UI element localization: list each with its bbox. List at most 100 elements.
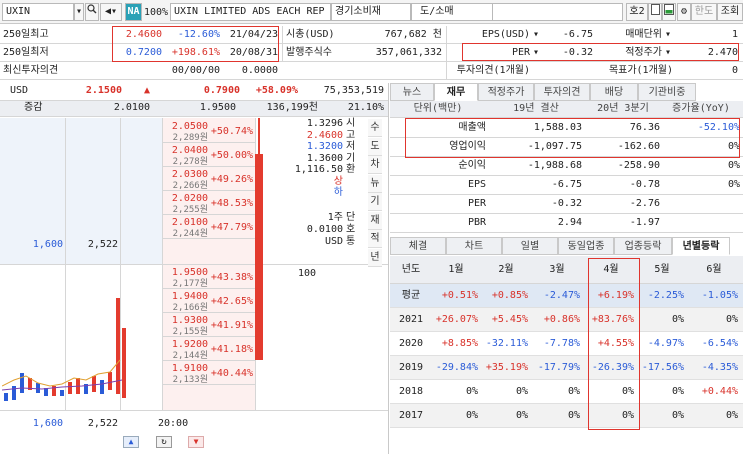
tab-daily[interactable]: 일별	[502, 237, 558, 255]
hando-button[interactable]: 한도	[691, 3, 717, 21]
unit-label: 단	[346, 212, 356, 223]
fair-price-label: 적정주가	[625, 47, 662, 58]
ho2-button[interactable]: 호2	[626, 3, 648, 21]
side-menu-item[interactable]: 수	[368, 119, 382, 137]
tab-news[interactable]: 뉴스	[390, 83, 434, 101]
bid-pct: +43.38%	[210, 272, 253, 283]
search-icon[interactable]	[85, 3, 99, 21]
yearly-cell: +6.19%	[597, 290, 634, 301]
tab-finance[interactable]: 재무	[434, 83, 478, 101]
scroll-down-button[interactable]: ▼	[188, 436, 204, 448]
finance-header: 증가율(YoY)	[672, 103, 730, 114]
info-value: 1.3200	[306, 141, 343, 152]
yearly-cell: -32.11%	[485, 338, 528, 349]
ask-pct: +47.79%	[210, 222, 253, 233]
johoe-button[interactable]: 조회	[717, 3, 743, 21]
yearly-cell: 0%	[725, 314, 738, 325]
tab-fair-price[interactable]: 적정주가	[478, 83, 534, 101]
candle	[60, 390, 64, 396]
per-dropdown-icon[interactable]: ▾	[533, 45, 539, 61]
eps-dropdown-icon[interactable]: ▾	[533, 27, 539, 43]
target-value: 0	[731, 65, 738, 76]
tab-same-industry[interactable]: 동일업종	[558, 237, 614, 255]
candle	[100, 380, 104, 394]
speaker-icon[interactable]: ◀▾	[100, 3, 122, 21]
side-menu-item[interactable]: 기	[368, 193, 382, 211]
industry-field-spacer	[493, 3, 623, 21]
candle	[36, 383, 40, 393]
finance-v2: -0.78	[629, 179, 660, 190]
trade-unit-dropdown-icon[interactable]: ▾	[665, 27, 671, 43]
document-icon[interactable]	[648, 3, 662, 21]
info-label: 시	[346, 118, 356, 129]
scroll-up-button[interactable]: ▲	[123, 436, 139, 448]
finance-v3: 0%	[727, 141, 740, 152]
high250-date: 21/04/23	[229, 29, 278, 40]
stock-name-field: UXIN LIMITED ADS EACH REP 3 C	[170, 3, 331, 21]
yearly-cell: -6.54%	[701, 338, 738, 349]
yearly-cell: +35.19%	[485, 362, 528, 373]
ask-total-qty: 1,600	[32, 239, 63, 250]
ask-pct: +48.53%	[210, 198, 253, 209]
ask-qty: 2,244원	[172, 229, 208, 239]
side-menu-item[interactable]: 재	[368, 211, 382, 230]
mini-candle-chart	[2, 298, 126, 401]
yearly-cell: -17.79%	[537, 362, 580, 373]
price-range-bar-lower	[255, 264, 263, 360]
tab-chart[interactable]: 차트	[446, 237, 502, 255]
na-badge[interactable]: NA	[125, 3, 142, 21]
ticker-input[interactable]: UXIN	[2, 3, 74, 21]
tab-institution[interactable]: 기관비중	[638, 83, 696, 101]
ask-pct: +49.26%	[210, 174, 253, 185]
finance-v1: -6.75	[551, 179, 582, 190]
price-wick	[258, 118, 260, 154]
refresh-icon[interactable]: ↻	[156, 436, 172, 448]
yearly-year: 2019	[398, 362, 424, 373]
ticker-dropdown-icon[interactable]: ▾	[74, 3, 84, 21]
tab-opinion[interactable]: 투자의견	[534, 83, 590, 101]
fair-price-dropdown-icon[interactable]: ▾	[665, 45, 671, 61]
zoom-level: 100%	[144, 7, 169, 18]
gear-icon[interactable]: ⚙	[677, 3, 691, 21]
layout-icon[interactable]	[662, 3, 676, 21]
tab-trades[interactable]: 체결	[390, 237, 446, 255]
info-label: 기	[346, 152, 356, 164]
tab-yearly-change[interactable]: 년별등락	[672, 237, 730, 255]
tab-industry-change[interactable]: 업종등락	[614, 237, 672, 255]
bid-pct: +41.18%	[210, 344, 253, 355]
ask-total-amt: 2,522	[87, 239, 118, 250]
unit-label: 통	[346, 236, 356, 247]
bid-pct: +41.91%	[210, 320, 253, 331]
yearly-cell: 0%	[671, 314, 684, 325]
summary-panel: 250일최고 2.4600 -12.60% 21/04/23 250일최저 0.…	[0, 26, 743, 80]
candle	[122, 328, 126, 398]
finance-v3	[662, 215, 740, 231]
finance-row-label: 매출액	[458, 122, 486, 133]
bid-qty: 2,133원	[172, 375, 208, 385]
side-menu-item[interactable]: 도	[368, 137, 382, 156]
finance-v2: -1.97	[629, 217, 660, 228]
tab-dividend[interactable]: 배당	[590, 83, 638, 101]
side-menu-item[interactable]: 적	[368, 230, 382, 248]
finance-header: 단위(백만)	[413, 103, 463, 114]
yearly-cell: +0.51%	[441, 290, 478, 301]
yearly-header: 2월	[498, 264, 514, 275]
shares-label: 발행주식수	[286, 47, 332, 58]
eps-value: -6.75	[562, 29, 593, 40]
side-menu-item[interactable]: 뉴	[368, 174, 382, 193]
yearly-cell: 0%	[515, 386, 528, 397]
finance-header: 19년 결산	[513, 103, 559, 114]
side-menu-item[interactable]: 년	[368, 248, 382, 267]
price-range-bar-upper	[255, 154, 263, 264]
low250-label: 250일최저	[3, 47, 49, 58]
side-menu-item[interactable]: 차	[368, 156, 382, 174]
unit-value: 0.0100	[306, 224, 343, 235]
bid-pct: +40.44%	[210, 368, 253, 379]
volume-value: 75,353,519	[323, 85, 384, 96]
info-value: 하	[333, 187, 343, 198]
info-label: 환	[346, 164, 356, 175]
unit-value: USD	[324, 236, 343, 247]
sub-val1: 2.0100	[113, 102, 150, 113]
yearly-cell: +5.45%	[491, 314, 528, 325]
sector-field: 경기소비재	[331, 3, 411, 21]
